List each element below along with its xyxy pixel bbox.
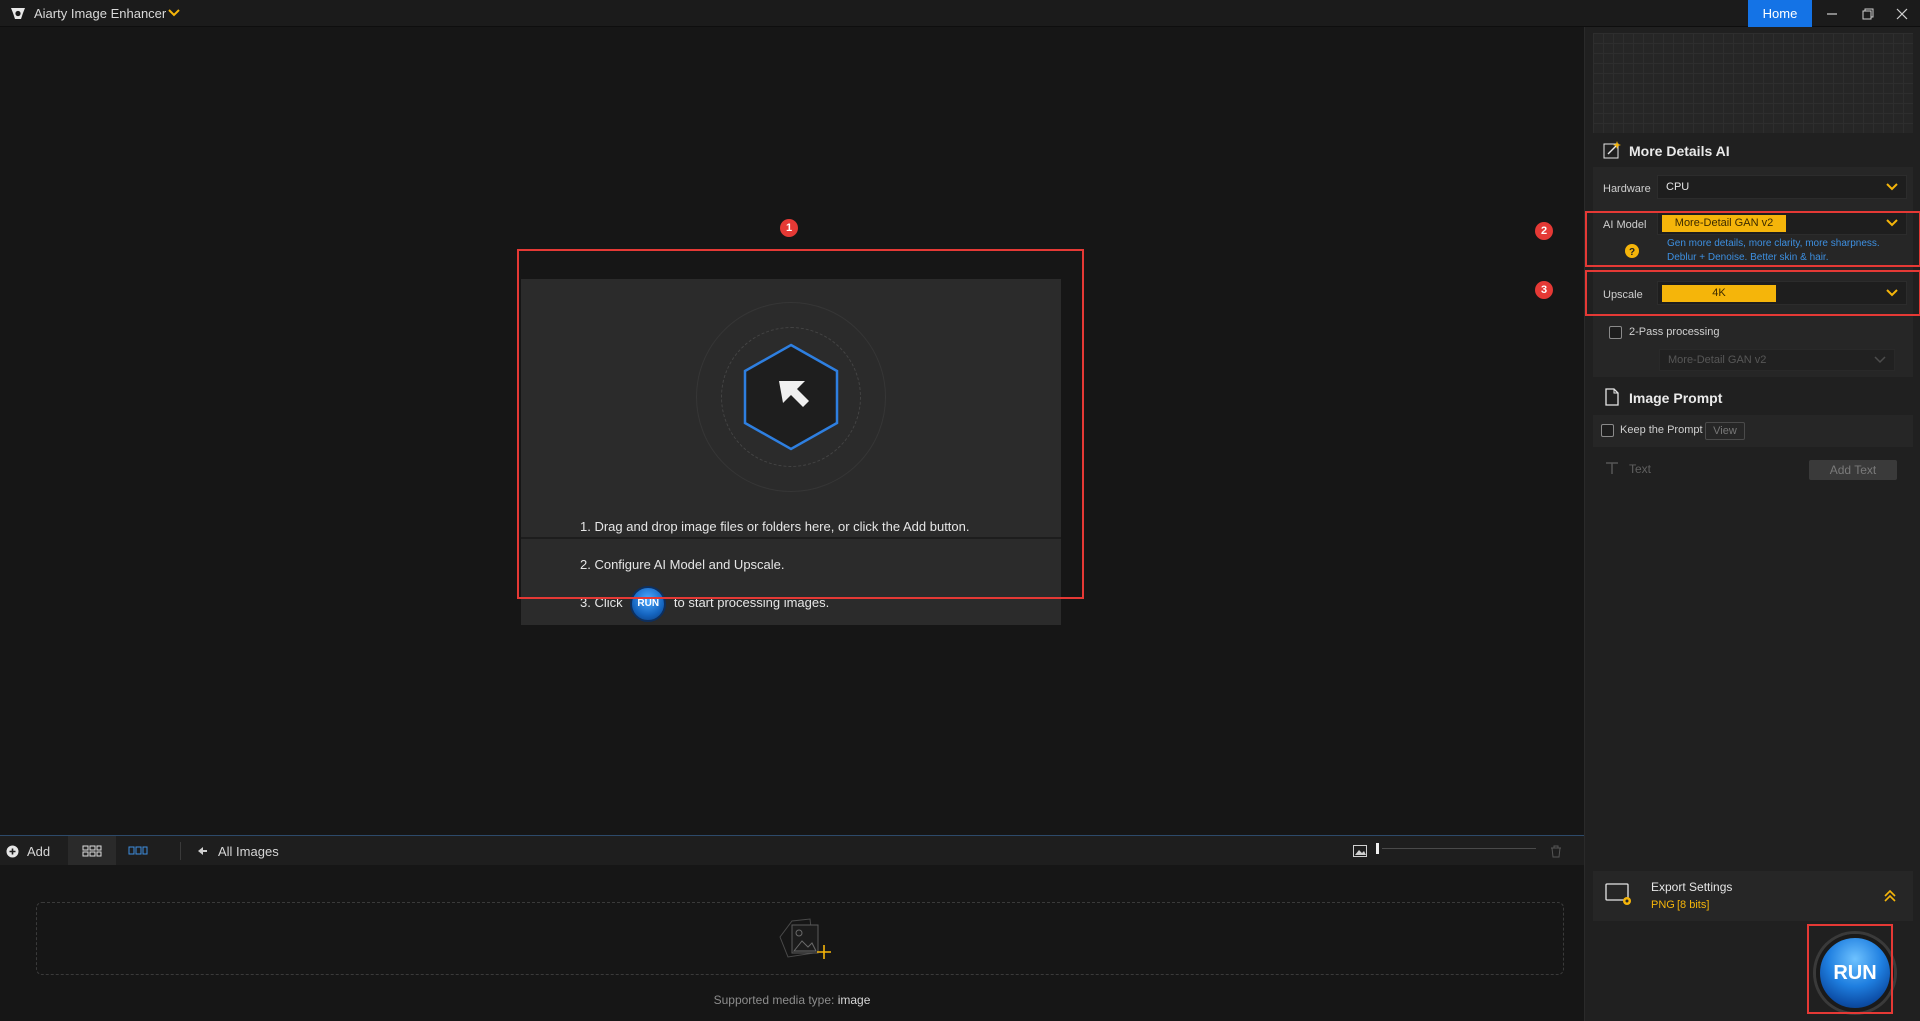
restore-icon: [1862, 8, 1874, 19]
text-icon: [1606, 462, 1618, 474]
grid-view-icon: [82, 845, 102, 857]
restore-button[interactable]: [1850, 0, 1886, 27]
divider: [180, 842, 181, 860]
add-text-button[interactable]: Add Text: [1809, 460, 1897, 480]
chevron-down-icon: [1886, 183, 1898, 191]
annotation-badge-1: 1: [780, 219, 798, 237]
settings-panel: More Details AI Hardware CPU AI Model Mo…: [1584, 27, 1920, 1021]
document-icon: [1605, 388, 1619, 406]
annotation-box-1: [517, 249, 1084, 599]
annotation-badge-2: 2: [1535, 222, 1553, 240]
export-settings-icon: [1605, 883, 1631, 905]
close-button[interactable]: [1884, 0, 1920, 27]
trash-button[interactable]: [1550, 836, 1562, 866]
home-button[interactable]: Home: [1748, 0, 1812, 27]
keep-prompt-checkbox[interactable]: [1601, 424, 1614, 437]
minimize-icon: [1827, 12, 1837, 15]
annotation-box-3: [1585, 270, 1920, 316]
two-pass-model-select[interactable]: More-Detail GAN v2: [1659, 349, 1895, 371]
title-bar: Aiarty Image Enhancer Home: [0, 0, 1920, 27]
section-title-more-details: More Details AI: [1629, 143, 1730, 159]
all-images-label: All Images: [218, 843, 279, 859]
hardware-value: CPU: [1666, 181, 1690, 193]
filmstrip-view-icon: [128, 846, 148, 855]
trash-icon: [1551, 845, 1561, 857]
annotation-box-2: [1585, 211, 1920, 267]
two-pass-model-value: More-Detail GAN v2: [1668, 354, 1767, 366]
chevron-double-up-icon[interactable]: [1883, 889, 1897, 903]
close-icon: [1896, 8, 1908, 19]
add-label: Add: [27, 843, 51, 859]
chevron-down-icon: [1874, 356, 1886, 364]
export-settings-title: Export Settings: [1651, 880, 1733, 894]
prompt-options-box: Keep the Prompt View: [1593, 415, 1913, 447]
main-canvas[interactable]: 1 1. Drag and drop image files or folder…: [0, 27, 1784, 947]
annotation-badge-3: 3: [1535, 281, 1553, 299]
chevron-down-icon[interactable]: [168, 8, 180, 18]
add-button[interactable]: Add: [6, 836, 50, 866]
minimize-button[interactable]: [1814, 0, 1850, 27]
slider-thumb[interactable]: [1376, 843, 1379, 854]
back-arrow-icon: [198, 847, 207, 855]
add-image-icon[interactable]: [770, 913, 840, 965]
enhance-icon: [1603, 141, 1621, 159]
supported-media-text: Supported media type: image: [0, 993, 1584, 1007]
text-label: Text: [1629, 462, 1652, 476]
grid-view-button[interactable]: [68, 836, 116, 866]
two-pass-label: 2-Pass processing: [1629, 326, 1720, 338]
hardware-label: Hardware: [1603, 183, 1651, 195]
thumbnail-size-icon: [1353, 836, 1367, 866]
keep-prompt-label: Keep the Prompt: [1620, 424, 1703, 436]
two-pass-checkbox[interactable]: [1609, 326, 1622, 339]
preview-thumbnail: [1593, 33, 1913, 133]
image-tray: Supported media type: image: [0, 865, 1584, 1021]
annotation-box-4: [1807, 924, 1893, 1014]
export-format: PNG: [1651, 899, 1675, 911]
app-title: Aiarty Image Enhancer: [34, 6, 167, 21]
plus-circle-icon: [6, 845, 19, 857]
slider-track: [1382, 848, 1536, 849]
bottom-toolbar: Add All Images: [0, 835, 1584, 866]
export-settings-box[interactable]: Export Settings PNG [8 bits]: [1593, 871, 1913, 921]
filmstrip-view-button[interactable]: [124, 836, 152, 866]
supported-value: image: [837, 993, 871, 1007]
section-title-image-prompt: Image Prompt: [1629, 390, 1723, 406]
all-images-button[interactable]: All Images: [196, 836, 279, 866]
supported-prefix: Supported media type:: [713, 993, 838, 1007]
view-button[interactable]: View: [1705, 422, 1745, 440]
export-bits: [8 bits]: [1677, 899, 1710, 911]
hardware-select[interactable]: CPU: [1657, 175, 1907, 199]
thumbnail-size-slider[interactable]: [1376, 836, 1536, 866]
app-logo-icon: [11, 8, 25, 19]
